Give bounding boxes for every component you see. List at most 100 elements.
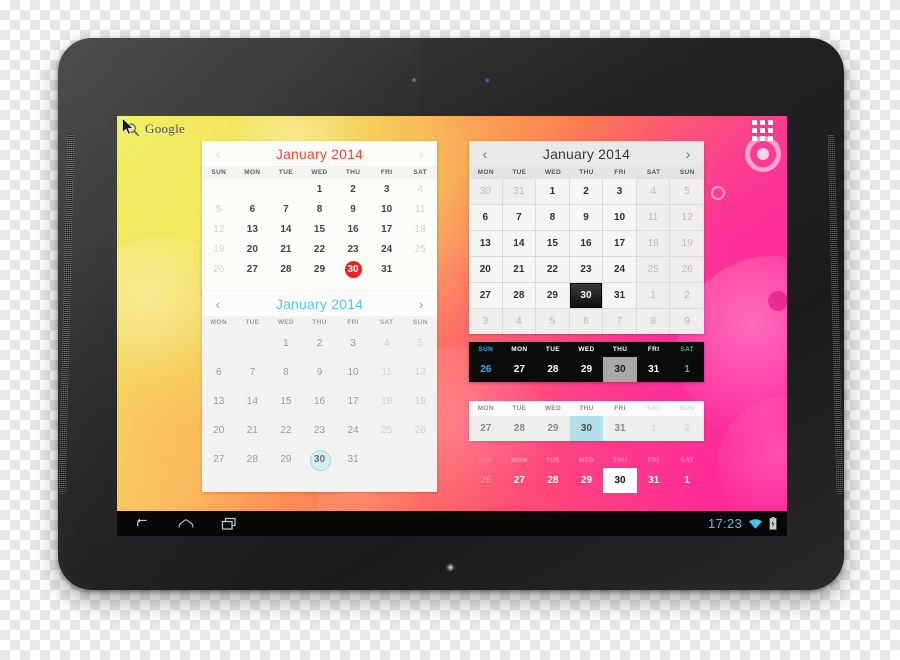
calendar-day-cell[interactable]: 9 <box>670 309 704 334</box>
calendar-day-cell[interactable]: 30 <box>603 468 637 493</box>
calendar-day-cell[interactable]: 12 <box>403 358 437 387</box>
calendar-day-cell[interactable]: 2 <box>670 416 704 441</box>
calendar-day-cell[interactable]: 18 <box>370 387 404 416</box>
calendar-day-cell[interactable]: 19 <box>670 231 704 257</box>
calendar-day-cell[interactable]: 7 <box>269 199 303 219</box>
prev-month-button[interactable]: ‹ <box>478 147 492 161</box>
calendar-day-cell[interactable]: 2 <box>670 283 704 309</box>
calendar-day-cell[interactable]: 3 <box>370 179 404 199</box>
calendar-day-cell[interactable]: 12 <box>202 219 236 239</box>
calendar-day-cell[interactable]: 4 <box>370 329 404 358</box>
calendar-day-cell[interactable]: 3 <box>469 309 503 334</box>
calendar-day-cell[interactable]: 9 <box>336 199 370 219</box>
calendar-day-cell[interactable]: 27 <box>469 416 503 441</box>
calendar-day-cell[interactable]: 10 <box>603 205 637 231</box>
calendar-day-cell[interactable]: 12 <box>670 205 704 231</box>
calendar-day-cell[interactable]: 17 <box>603 231 637 257</box>
calendar-day-cell[interactable]: 1 <box>670 357 704 382</box>
calendar-day-cell[interactable]: 13 <box>202 387 236 416</box>
calendar-day-cell[interactable]: 31 <box>336 445 370 474</box>
calendar-widget-red[interactable]: ‹ January 2014 › SUN MON TUE WED THU FRI SAT 1… <box>202 141 437 296</box>
calendar-day-cell[interactable]: 22 <box>536 257 570 283</box>
home-button[interactable] <box>178 516 194 532</box>
calendar-day-cell[interactable]: 11 <box>636 205 671 231</box>
calendar-day-cell[interactable]: 6 <box>236 199 270 219</box>
calendar-day-cell[interactable]: 31 <box>603 416 637 441</box>
calendar-day-cell[interactable]: 5 <box>670 179 704 205</box>
calendar-day-cell[interactable]: 21 <box>269 239 303 259</box>
calendar-day-cell[interactable]: 31 <box>502 179 537 205</box>
calendar-day-cell[interactable]: 3 <box>336 329 370 358</box>
calendar-day-cell[interactable]: 14 <box>236 387 270 416</box>
calendar-day-cell[interactable]: 5 <box>536 309 570 334</box>
calendar-day-cell[interactable]: 15 <box>303 219 337 239</box>
calendar-day-cell[interactable]: 13 <box>236 219 270 239</box>
calendar-day-cell[interactable]: 1 <box>636 283 671 309</box>
calendar-day-cell[interactable]: 4 <box>403 179 437 199</box>
calendar-day-cell[interactable]: 16 <box>336 219 370 239</box>
calendar-day-cell[interactable]: 28 <box>503 416 537 441</box>
calendar-day-cell[interactable]: 30 <box>469 179 503 205</box>
calendar-day-cell[interactable]: 14 <box>269 219 303 239</box>
calendar-day-cell[interactable]: 8 <box>303 199 337 219</box>
calendar-day-cell[interactable]: 6 <box>202 358 236 387</box>
calendar-day-cell[interactable]: 22 <box>269 416 303 445</box>
calendar-day-cell[interactable]: 5 <box>403 329 437 358</box>
next-month-button[interactable]: › <box>414 147 428 161</box>
calendar-day-cell[interactable]: 29 <box>269 445 303 474</box>
calendar-day-cell[interactable]: 1 <box>303 179 337 199</box>
next-month-button[interactable]: › <box>414 297 428 311</box>
calendar-day-cell[interactable]: 31 <box>637 468 671 493</box>
calendar-day-cell[interactable]: 26 <box>670 257 704 283</box>
back-button[interactable] <box>135 516 151 532</box>
calendar-day-cell[interactable]: 20 <box>469 257 503 283</box>
calendar-day-cell[interactable]: 27 <box>503 357 537 382</box>
calendar-day-cell[interactable]: 26 <box>403 416 437 445</box>
calendar-day-cell[interactable]: 26 <box>469 468 503 493</box>
calendar-day-cell[interactable]: 28 <box>536 468 570 493</box>
calendar-day-cell[interactable]: 3 <box>603 179 637 205</box>
calendar-day-cell[interactable]: 2 <box>569 179 604 205</box>
calendar-day-cell[interactable]: 21 <box>502 257 537 283</box>
calendar-day-cell[interactable]: 7 <box>603 309 637 334</box>
week-strip-dark[interactable]: SUN MON TUE WED THU FRI SAT 26 27 28 29 30 31 1 <box>469 342 704 382</box>
calendar-day-cell[interactable]: 28 <box>236 445 270 474</box>
prev-month-button[interactable]: ‹ <box>211 147 225 161</box>
calendar-day-cell[interactable]: 28 <box>502 283 537 309</box>
prev-month-button[interactable]: ‹ <box>211 297 225 311</box>
calendar-day-cell[interactable]: 22 <box>303 239 337 259</box>
calendar-day-cell[interactable]: 30 <box>336 259 370 279</box>
calendar-day-cell[interactable]: 24 <box>336 416 370 445</box>
calendar-day-cell[interactable]: 31 <box>603 283 637 309</box>
calendar-day-cell[interactable]: 10 <box>370 199 404 219</box>
calendar-day-cell[interactable]: 29 <box>303 259 337 279</box>
calendar-day-cell[interactable]: 10 <box>336 358 370 387</box>
calendar-day-cell[interactable]: 8 <box>536 205 570 231</box>
calendar-day-cell[interactable]: 7 <box>236 358 270 387</box>
calendar-day-cell[interactable]: 25 <box>403 239 437 259</box>
calendar-day-cell[interactable]: 4 <box>636 179 671 205</box>
calendar-day-cell[interactable]: 25 <box>370 416 404 445</box>
calendar-day-cell[interactable]: 1 <box>670 468 704 493</box>
calendar-day-cell[interactable]: 30 <box>303 445 337 474</box>
app-drawer-button[interactable] <box>752 120 773 141</box>
calendar-day-cell[interactable]: 6 <box>569 309 604 334</box>
calendar-day-cell[interactable]: 21 <box>236 416 270 445</box>
calendar-day-cell[interactable]: 23 <box>569 257 604 283</box>
calendar-day-cell[interactable]: 2 <box>336 179 370 199</box>
calendar-day-cell[interactable]: 27 <box>503 468 537 493</box>
calendar-day-cell[interactable]: 31 <box>637 357 671 382</box>
calendar-day-cell[interactable]: 29 <box>570 357 604 382</box>
calendar-day-cell[interactable]: 26 <box>202 259 236 279</box>
calendar-day-cell[interactable]: 7 <box>502 205 537 231</box>
calendar-day-cell[interactable]: 11 <box>403 199 437 219</box>
google-search-widget[interactable]: Google <box>119 118 191 140</box>
calendar-day-cell[interactable]: 9 <box>303 358 337 387</box>
calendar-day-cell[interactable]: 17 <box>336 387 370 416</box>
calendar-day-cell[interactable]: 30 <box>603 357 637 382</box>
calendar-day-cell[interactable]: 4 <box>502 309 537 334</box>
week-strip-transparent[interactable]: SUN MON TUE WED THU FRI SAT 26 27 28 29 30 31 1 <box>469 453 704 493</box>
next-month-button[interactable]: › <box>681 147 695 161</box>
calendar-day-cell[interactable]: 1 <box>637 416 671 441</box>
calendar-day-cell[interactable]: 16 <box>569 231 604 257</box>
